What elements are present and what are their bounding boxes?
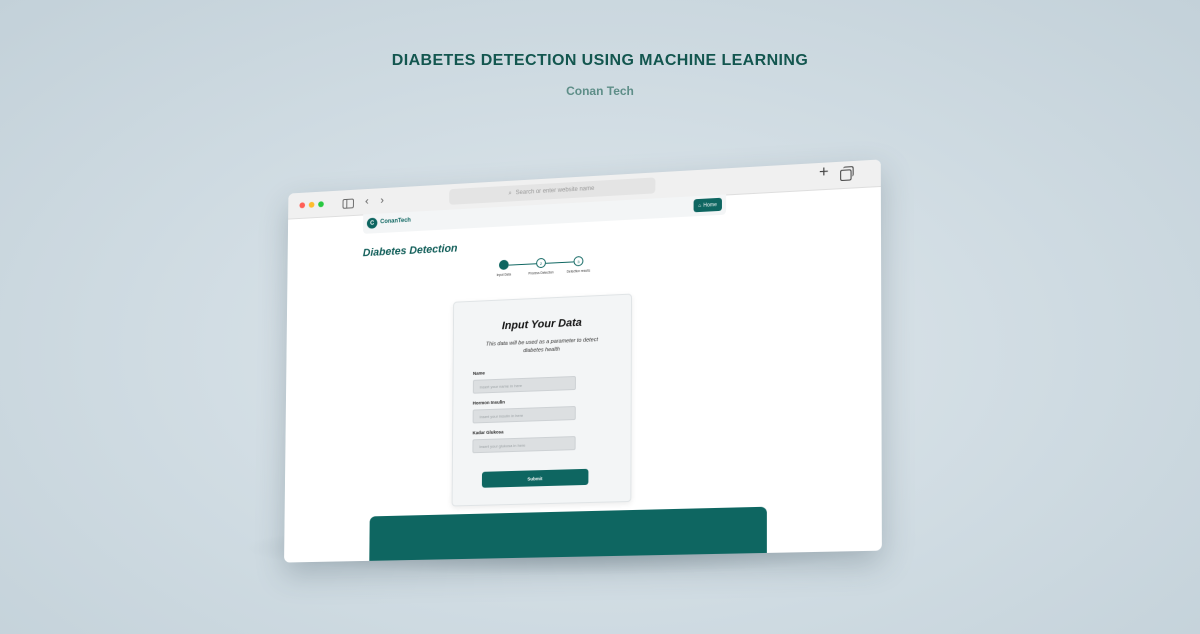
search-icon: ⌕	[508, 190, 511, 197]
input-form-card: Input Your Data This data will be used a…	[452, 294, 632, 507]
step-circle	[499, 260, 509, 270]
name-placeholder: Insert your name in here	[480, 382, 522, 389]
step-circle: 3	[573, 256, 583, 266]
home-icon: ⌂	[698, 202, 701, 208]
step-input-data: Input Data	[487, 259, 520, 277]
progress-stepper: Input Data 2 Process Detection 3 Detecti…	[487, 255, 595, 284]
step-process-detection: 2 Process Detection	[524, 257, 557, 275]
step-circle: 2	[536, 258, 546, 268]
name-label: Name	[473, 370, 485, 375]
tab-overview-icon[interactable]	[840, 169, 851, 181]
address-placeholder: Search or enter website name	[516, 186, 595, 196]
insulin-field[interactable]: Insert your insulin in here	[473, 406, 576, 423]
sidebar-toggle-icon[interactable]	[343, 199, 354, 209]
back-arrow-icon[interactable]: ‹	[365, 195, 369, 209]
forward-arrow-icon[interactable]: ›	[380, 194, 384, 208]
insulin-placeholder: Insert your insulin in here	[479, 412, 523, 418]
home-button-label: Home	[703, 202, 717, 209]
glucose-field[interactable]: Insert your glukosa in here	[472, 436, 575, 453]
home-button[interactable]: ⌂ Home	[693, 198, 722, 213]
form-subtitle: This data will be used as a parameter to…	[483, 336, 601, 357]
close-window-button[interactable]	[299, 202, 305, 208]
form-title: Input Your Data	[454, 315, 631, 335]
logo-icon: C	[367, 218, 378, 229]
minimize-window-button[interactable]	[309, 202, 315, 208]
page-title: Diabetes Detection	[363, 243, 458, 260]
mockup-headline: DIABETES DETECTION USING MACHINE LEARNIN…	[0, 52, 1200, 70]
new-tab-plus-icon[interactable]: +	[819, 165, 829, 180]
submit-button[interactable]: Submit	[482, 469, 589, 488]
site-footer: Copyright © 2023 ConanTech	[369, 507, 767, 563]
glucose-label: Kadar Glukosa	[473, 429, 504, 435]
glucose-placeholder: Insert your glukosa in here	[479, 442, 525, 448]
logo-text[interactable]: ConanTech	[380, 218, 411, 226]
step-detection-results: 3 Detection results	[562, 255, 596, 274]
insulin-label: Hormon Insulin	[473, 400, 505, 406]
mockup-stage: ‹ › ⌕ Search or enter website name + C C…	[255, 170, 885, 565]
maximize-window-button[interactable]	[318, 201, 324, 207]
name-field[interactable]: Insert your name in here	[473, 376, 576, 394]
step-label: Detection results	[562, 268, 596, 274]
mockup-subtitle: Conan Tech	[0, 84, 1200, 98]
step-label: Input Data	[487, 272, 520, 278]
browser-window: ‹ › ⌕ Search or enter website name + C C…	[284, 159, 882, 562]
step-label: Process Detection	[524, 270, 557, 276]
footer-copyright: Copyright © 2023 ConanTech	[369, 553, 767, 563]
